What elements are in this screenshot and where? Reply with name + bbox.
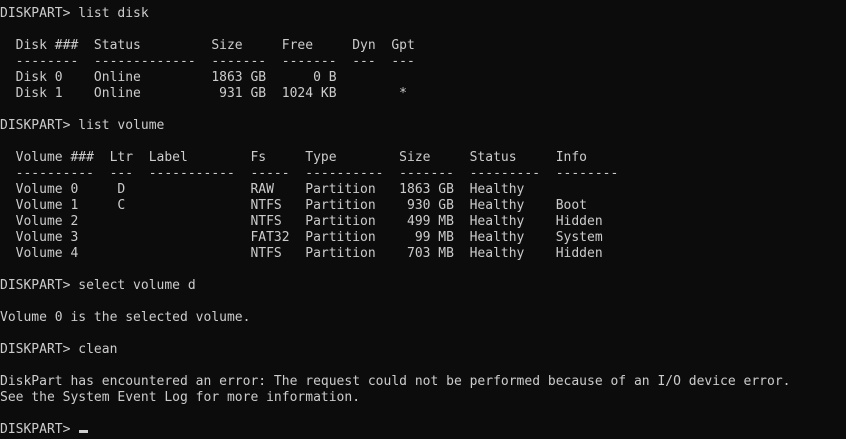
error-message-line: DiskPart has encountered an error: The r… [0, 374, 791, 389]
disk-table-row: Disk 1 Online 931 GB 1024 KB * [0, 86, 407, 101]
command-prompt-console[interactable]: DISKPART> list disk Disk ### Status Size… [0, 0, 846, 439]
disk-table-header: Disk ### Status Size Free Dyn Gpt [0, 38, 415, 53]
console-line: DISKPART> list volume [0, 118, 165, 133]
active-prompt-line[interactable]: DISKPART> [0, 422, 846, 438]
volume-table-row: Volume 4 NTFS Partition 703 MB Healthy H… [0, 246, 603, 261]
volume-table-row: Volume 0 D RAW Partition 1863 GB Healthy [0, 182, 525, 197]
volume-table-row: Volume 3 FAT32 Partition 99 MB Healthy S… [0, 230, 603, 245]
console-line: DISKPART> list disk [0, 6, 149, 21]
error-message-line: See the System Event Log for more inform… [0, 390, 361, 405]
console-line: DISKPART> clean [0, 342, 118, 357]
disk-table-separator: -------- ------------- ------- ------- -… [0, 54, 415, 69]
volume-table-separator: ---------- --- ----------- ----- -------… [0, 166, 619, 181]
console-line: Volume 0 is the selected volume. [0, 310, 251, 325]
volume-table-row: Volume 2 NTFS Partition 499 MB Healthy H… [0, 214, 603, 229]
volume-table-row: Volume 1 C NTFS Partition 930 GB Healthy… [0, 198, 587, 213]
text-cursor [79, 430, 89, 433]
disk-table-row: Disk 0 Online 1863 GB 0 B [0, 70, 337, 85]
console-line: DISKPART> select volume d [0, 278, 196, 293]
volume-table-header: Volume ### Ltr Label Fs Type Size Status… [0, 150, 587, 165]
prompt-text: DISKPART> [0, 422, 79, 437]
